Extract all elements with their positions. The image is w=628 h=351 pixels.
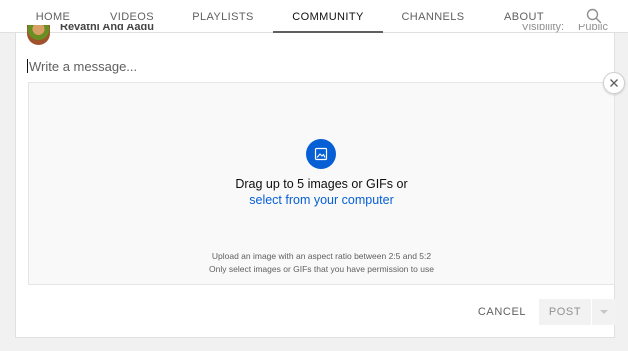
caret-down-icon — [599, 310, 608, 314]
tab-playlists[interactable]: PLAYLISTS — [182, 0, 264, 33]
search-icon — [586, 8, 602, 24]
close-dropzone-button[interactable] — [603, 72, 625, 94]
select-from-computer-link[interactable]: select from your computer — [249, 193, 394, 207]
select-from-computer-link-row: select from your computer — [28, 193, 615, 207]
drag-instruction: Drag up to 5 images or GIFs or — [235, 177, 408, 191]
upload-image-button[interactable] — [306, 139, 336, 169]
text-caret — [27, 59, 28, 73]
visibility-selector[interactable]: Visibility: Public — [521, 24, 608, 36]
visibility-label: Visibility: — [521, 24, 565, 33]
post-button[interactable]: POST — [539, 299, 591, 325]
cancel-button[interactable]: CANCEL — [472, 300, 532, 324]
permission-hint: Only select images or GIFs that you have… — [209, 264, 434, 274]
post-options-button[interactable] — [592, 299, 615, 325]
tab-channels[interactable]: CHANNELS — [395, 0, 471, 33]
image-icon — [314, 147, 328, 161]
close-icon — [610, 79, 618, 87]
aspect-ratio-hint: Upload an image with an aspect ratio bet… — [211, 251, 432, 261]
visibility-value: Public — [578, 24, 608, 33]
tab-community[interactable]: COMMUNITY — [273, 0, 383, 33]
author-name: Revathi And Aadu — [60, 24, 154, 33]
message-input[interactable] — [27, 55, 587, 77]
